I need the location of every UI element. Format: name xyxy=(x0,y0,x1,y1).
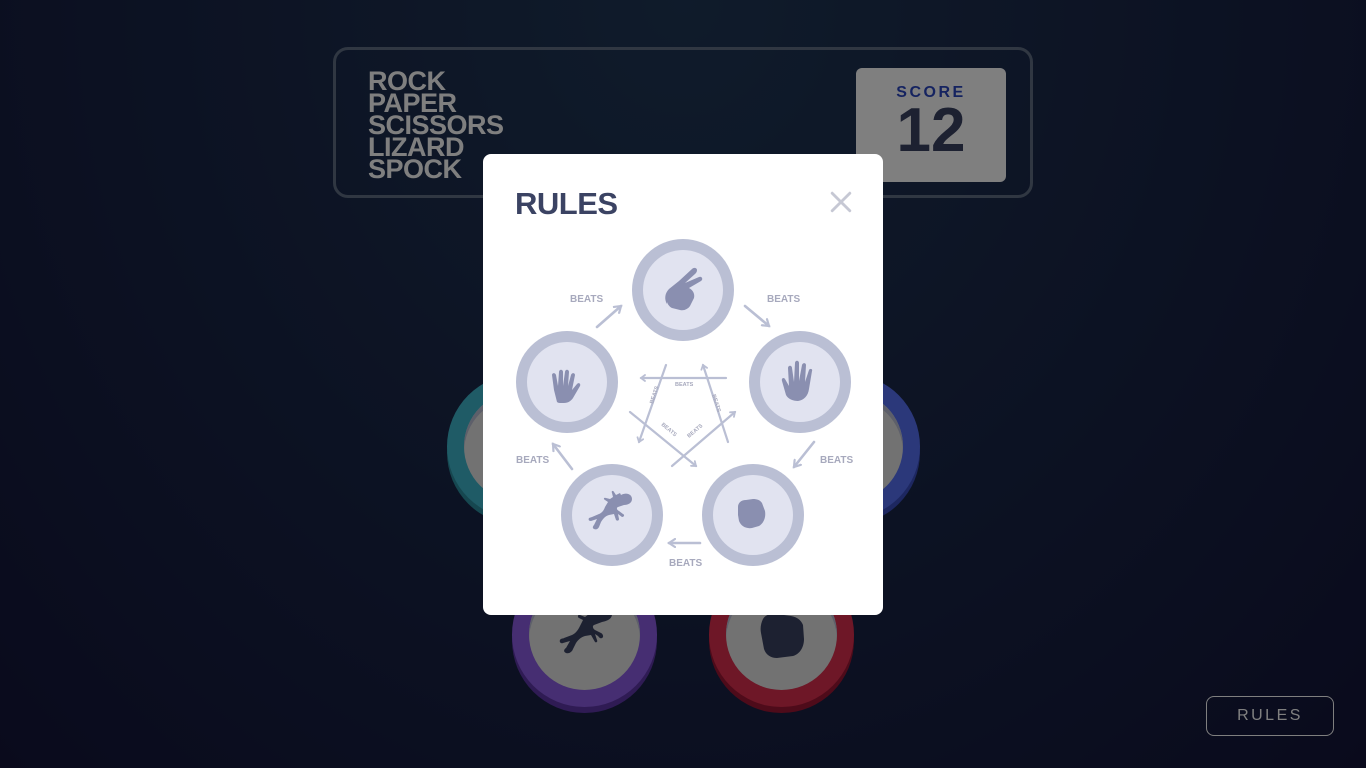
rock-icon xyxy=(738,499,766,529)
rules-modal: RULES BEATS BEATS BEATS BEATS BEATS BEAT… xyxy=(483,154,883,615)
beats-label: BEATS xyxy=(669,558,702,569)
beats-label: BEATS xyxy=(710,394,721,414)
beats-label: BEATS xyxy=(516,455,549,466)
beats-label: BEATS xyxy=(660,422,678,439)
beats-label: BEATS xyxy=(686,423,704,440)
beats-label: BEATS xyxy=(675,382,694,388)
rules-diagram: BEATS BEATS BEATS BEATS BEATS BEATS BEAT… xyxy=(516,239,853,569)
inner-arrows xyxy=(628,363,737,468)
beats-label: BEATS xyxy=(820,455,853,466)
beats-label: BEATS xyxy=(767,294,800,305)
beats-label: BEATS xyxy=(570,294,603,305)
lizard-node xyxy=(561,464,663,566)
beats-label: BEATS xyxy=(649,385,660,405)
